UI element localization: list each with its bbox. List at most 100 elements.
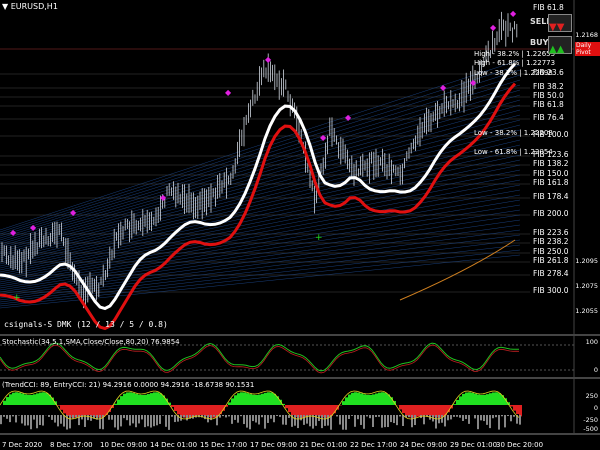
cci-volume-bar xyxy=(402,415,404,426)
cci-bar xyxy=(453,404,456,405)
cci-bar xyxy=(177,405,180,415)
cci-bar xyxy=(264,392,267,405)
cci-volume-bar xyxy=(441,415,443,423)
cci-volume-bar xyxy=(300,415,302,421)
cci-volume-bar xyxy=(6,415,8,419)
time-axis-label: 14 Dec 01:00 xyxy=(150,441,198,449)
cci-bar xyxy=(519,405,522,417)
time-axis-label: 21 Dec 01:00 xyxy=(300,441,348,449)
cci-volume-bar xyxy=(264,415,266,429)
cci-bar xyxy=(369,394,372,405)
cci-bar xyxy=(516,405,519,415)
cci-volume-bar xyxy=(342,415,344,430)
cci-bar xyxy=(291,405,294,416)
cci-volume-bar xyxy=(30,415,32,430)
cci-volume-bar xyxy=(381,415,383,428)
cci-volume-bar xyxy=(183,415,185,418)
cci-volume-bar xyxy=(39,415,41,425)
fib-label: FIB 300.0 xyxy=(533,286,569,295)
cci-volume-bar xyxy=(243,415,245,425)
cci-volume-bar xyxy=(303,415,305,425)
cci-bar xyxy=(171,405,174,407)
cci-volume-bar xyxy=(120,415,122,427)
cci-bar xyxy=(351,392,354,405)
cci-volume-bar xyxy=(252,415,254,422)
cci-bar xyxy=(258,394,261,405)
cci-volume-bar xyxy=(504,415,506,428)
signal-marker: ◆ xyxy=(30,223,37,232)
cci-bar xyxy=(249,394,252,405)
cci-volume-bar xyxy=(27,415,29,426)
cci-volume-bar xyxy=(489,415,491,429)
cci-volume-bar xyxy=(144,415,146,428)
cci-volume-bar xyxy=(246,415,248,428)
cci-volume-bar xyxy=(273,415,275,423)
buy-button[interactable]: BUY xyxy=(530,38,548,47)
cci-bar xyxy=(153,392,156,405)
cci-bar xyxy=(141,394,144,405)
cci-volume-bar xyxy=(450,415,452,420)
cci-volume-bar xyxy=(186,415,188,421)
cci-bar xyxy=(363,394,366,405)
cci-volume-bar xyxy=(210,415,212,421)
cci-bar xyxy=(495,392,498,405)
cci-bar xyxy=(36,393,39,405)
price-axis-label: 1.2055 xyxy=(575,307,598,315)
cci-bar xyxy=(18,392,21,405)
cci-bar xyxy=(366,394,369,405)
cci-volume-bar xyxy=(477,415,479,430)
sell-arrows-panel[interactable]: ▼▼ xyxy=(548,14,572,33)
cci-volume-bar xyxy=(72,415,74,419)
cci-volume-bar xyxy=(462,415,464,421)
cci-bar xyxy=(120,396,123,405)
cci-volume-bar xyxy=(231,415,233,424)
cci-bar xyxy=(144,394,147,405)
cci-volume-bar xyxy=(294,415,296,426)
fib-label: FIB 150.0 xyxy=(533,169,569,178)
signal-marker: ◆ xyxy=(265,55,272,64)
cci-volume-bar xyxy=(459,415,461,418)
cci-bar xyxy=(462,393,465,405)
cci-volume-bar xyxy=(321,415,323,429)
cci-volume-bar xyxy=(285,415,287,425)
cci-bar xyxy=(150,393,153,405)
cci-volume-bar xyxy=(411,415,413,428)
cci-bar xyxy=(66,405,69,417)
cci-volume-bar xyxy=(492,415,494,419)
symbol-title: ▼ EURUSD,H1 xyxy=(2,2,58,11)
cci-bar xyxy=(135,393,138,405)
buy-arrows-panel[interactable]: ▲▲ xyxy=(548,36,572,55)
fib-label: FIB 38.2 xyxy=(533,82,564,91)
cci-bar xyxy=(252,394,255,405)
cci-bar xyxy=(84,405,87,416)
cci-volume-bar xyxy=(126,415,128,421)
cci-bar xyxy=(375,393,378,405)
cci-volume-bar xyxy=(480,415,482,421)
cci-volume-bar xyxy=(501,415,503,417)
cci-volume-bar xyxy=(51,415,53,420)
cci-volume-bar xyxy=(270,415,272,419)
signal-marker: ◆ xyxy=(70,208,77,217)
cci-bar xyxy=(456,399,459,405)
cci-volume-bar xyxy=(375,415,377,418)
time-axis-label: 30 Dec 20:00 xyxy=(496,441,544,449)
cci-bar xyxy=(195,405,198,416)
fan-line xyxy=(0,239,521,303)
cci-volume-bar xyxy=(396,415,398,426)
fan-line xyxy=(0,234,521,301)
cci-bar xyxy=(132,392,135,405)
cci-volume-bar xyxy=(15,415,17,423)
fan-line xyxy=(0,254,521,309)
cci-volume-bar xyxy=(165,415,167,427)
cci-volume-bar xyxy=(378,415,380,417)
stoch-axis-label: 100 xyxy=(585,338,598,346)
cci-axis-label: 250 xyxy=(585,392,598,400)
cci-bar xyxy=(192,405,195,417)
time-axis-label: 8 Dec 17:00 xyxy=(50,441,93,449)
cci-volume-bar xyxy=(3,415,5,417)
cci-volume-bar xyxy=(327,415,329,426)
cci-volume-bar xyxy=(228,415,230,417)
fan-line xyxy=(0,184,521,281)
cci-volume-bar xyxy=(414,415,416,426)
cci-volume-bar xyxy=(48,415,50,417)
